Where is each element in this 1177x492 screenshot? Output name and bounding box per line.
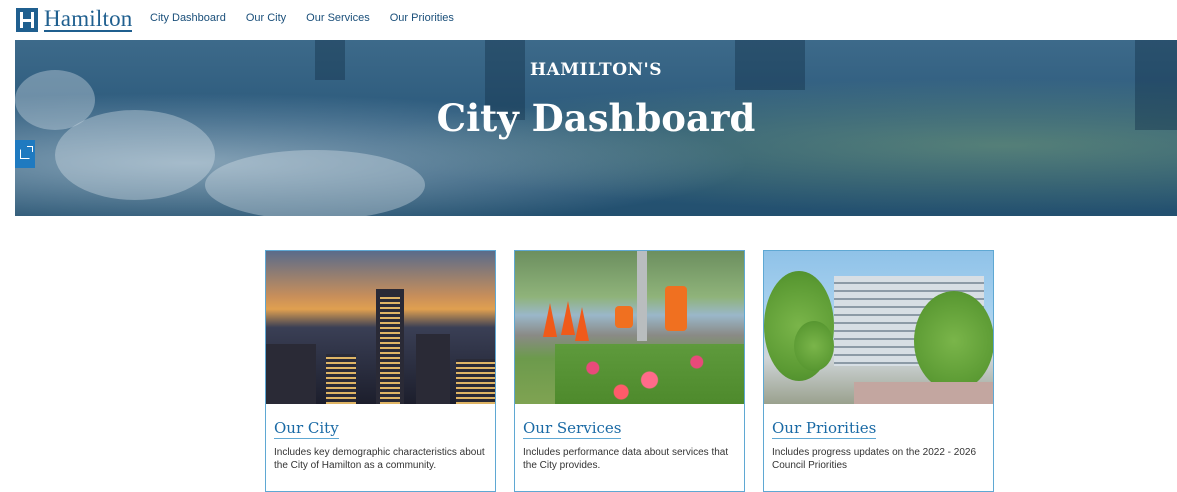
nav-our-services[interactable]: Our Services — [306, 12, 370, 24]
card-our-city[interactable]: Our City Includes key demographic charac… — [265, 250, 496, 492]
hamilton-logo-icon — [16, 8, 38, 32]
card-description: Includes progress updates on the 2022 - … — [772, 447, 977, 471]
card-title[interactable]: Our Priorities — [772, 419, 877, 439]
card-title[interactable]: Our City — [274, 419, 339, 439]
nav-our-priorities[interactable]: Our Priorities — [390, 12, 454, 24]
card-description: Includes key demographic characteristics… — [274, 447, 485, 471]
city-workers-image — [515, 251, 744, 404]
hamilton-logo[interactable]: Hamilton — [16, 6, 133, 33]
hero-banner: HAMILTON'S City Dashboard — [15, 40, 1177, 216]
city-hall-image — [764, 251, 993, 404]
hero-grass-shape — [205, 150, 425, 216]
city-skyline-image — [266, 251, 495, 404]
share-icon — [20, 146, 33, 159]
main-nav: City Dashboard Our City Our Services Our… — [150, 12, 454, 24]
card-description: Includes performance data about services… — [523, 447, 729, 471]
share-button[interactable] — [15, 140, 35, 168]
nav-city-dashboard[interactable]: City Dashboard — [150, 12, 226, 24]
card-title[interactable]: Our Services — [523, 419, 622, 439]
nav-our-city[interactable]: Our City — [246, 12, 286, 24]
hero-title: City Dashboard — [436, 96, 756, 140]
hero-subtitle: HAMILTON'S — [529, 60, 663, 80]
card-our-services[interactable]: Our Services Includes performance data a… — [514, 250, 745, 492]
top-navigation-bar: Hamilton City Dashboard Our City Our Ser… — [0, 0, 1177, 40]
logo-text: Hamilton — [44, 6, 133, 32]
card-our-priorities[interactable]: Our Priorities Includes progress updates… — [763, 250, 994, 492]
